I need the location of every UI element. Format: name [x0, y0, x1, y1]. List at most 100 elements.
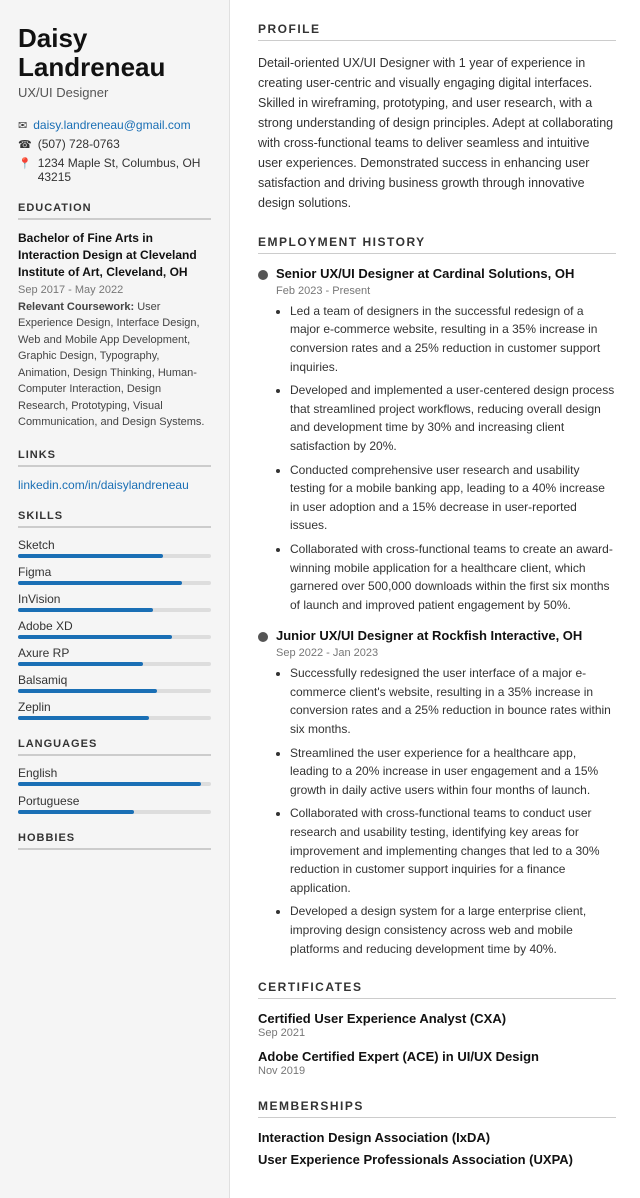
job-dates: Feb 2023 - Present [276, 285, 616, 297]
address-text: 1234 Maple St, Columbus, OH 43215 [38, 156, 211, 184]
skill-bar-fill [18, 581, 182, 585]
list-item: Led a team of designers in the successfu… [290, 302, 616, 376]
job-bullets: Successfully redesigned the user interfa… [276, 664, 616, 958]
skill-bar-fill [18, 635, 172, 639]
skill-item: Sketch [18, 538, 211, 558]
hobbies-section-title: HOBBIES [18, 832, 211, 850]
job-title-text: Junior UX/UI Designer at Rockfish Intera… [276, 628, 582, 645]
education-block: Bachelor of Fine Arts in Interaction Des… [18, 230, 211, 430]
list-item: Developed a design system for a large en… [290, 902, 616, 958]
email-icon: ✉ [18, 119, 27, 132]
phone-icon: ☎ [18, 138, 32, 151]
skills-list: Sketch Figma InVision Adobe XD Axure RP … [18, 538, 211, 720]
job-dot [258, 632, 268, 642]
skill-bar-bg [18, 581, 211, 585]
coursework-label: Relevant Coursework: [18, 301, 137, 313]
skill-label: Zeplin [18, 700, 211, 714]
job-bullets: Led a team of designers in the successfu… [276, 302, 616, 615]
sidebar: Daisy Landreneau UX/UI Designer ✉ daisy.… [0, 0, 230, 1198]
skill-bar-fill [18, 662, 143, 666]
skill-label: Figma [18, 565, 211, 579]
skill-item: Adobe XD [18, 619, 211, 639]
cert-name: Certified User Experience Analyst (CXA) [258, 1011, 616, 1026]
skill-item: Zeplin [18, 700, 211, 720]
language-item: English [18, 766, 211, 786]
education-section-title: EDUCATION [18, 202, 211, 220]
cert-date: Sep 2021 [258, 1027, 616, 1039]
skill-item: Figma [18, 565, 211, 585]
cert-block: Adobe Certified Expert (ACE) in UI/UX De… [258, 1049, 616, 1077]
skill-bar-bg [18, 689, 211, 693]
job-block: Junior UX/UI Designer at Rockfish Intera… [258, 628, 616, 958]
coursework-text: User Experience Design, Interface Design… [18, 301, 204, 429]
cert-name: Adobe Certified Expert (ACE) in UI/UX De… [258, 1049, 616, 1064]
email-item: ✉ daisy.landreneau@gmail.com [18, 118, 211, 132]
skill-item: Axure RP [18, 646, 211, 666]
phone-text: (507) 728-0763 [38, 137, 120, 151]
jobs-list: Senior UX/UI Designer at Cardinal Soluti… [258, 266, 616, 958]
certificates-section-title: CERTIFICATES [258, 980, 616, 999]
job-title-text: Senior UX/UI Designer at Cardinal Soluti… [276, 266, 574, 283]
linkedin-link-item: linkedin.com/in/daisylandreneau [18, 477, 211, 492]
skill-bar-fill [18, 554, 163, 558]
skill-bar-bg [18, 554, 211, 558]
skill-bar-fill [18, 716, 149, 720]
skill-bar-bg [18, 716, 211, 720]
address-item: 📍 1234 Maple St, Columbus, OH 43215 [18, 156, 211, 184]
list-item: Conducted comprehensive user research an… [290, 461, 616, 535]
phone-item: ☎ (507) 728-0763 [18, 137, 211, 151]
skill-item: Balsamiq [18, 673, 211, 693]
cert-block: Certified User Experience Analyst (CXA) … [258, 1011, 616, 1039]
education-degree: Bachelor of Fine Arts in Interaction Des… [18, 230, 211, 280]
skills-section-title: SKILLS [18, 510, 211, 528]
job-header: Senior UX/UI Designer at Cardinal Soluti… [258, 266, 616, 283]
language-bar-bg [18, 810, 211, 814]
skill-bar-bg [18, 662, 211, 666]
job-block: Senior UX/UI Designer at Cardinal Soluti… [258, 266, 616, 614]
links-section-title: LINKS [18, 449, 211, 467]
skill-label: Axure RP [18, 646, 211, 660]
email-link[interactable]: daisy.landreneau@gmail.com [33, 118, 190, 132]
cert-date: Nov 2019 [258, 1065, 616, 1077]
education-dates: Sep 2017 - May 2022 [18, 284, 211, 296]
language-label: English [18, 766, 211, 780]
contact-block: ✉ daisy.landreneau@gmail.com ☎ (507) 728… [18, 118, 211, 184]
skill-bar-bg [18, 608, 211, 612]
location-icon: 📍 [18, 157, 32, 170]
certificates-list: Certified User Experience Analyst (CXA) … [258, 1011, 616, 1077]
skill-label: InVision [18, 592, 211, 606]
list-item: Streamlined the user experience for a he… [290, 744, 616, 800]
linkedin-link[interactable]: linkedin.com/in/daisylandreneau [18, 478, 189, 492]
job-title: UX/UI Designer [18, 85, 211, 100]
list-item: Developed and implemented a user-centere… [290, 381, 616, 455]
language-item: Portuguese [18, 794, 211, 814]
memberships-section-title: MEMBERSHIPS [258, 1099, 616, 1118]
profile-text: Detail-oriented UX/UI Designer with 1 ye… [258, 53, 616, 213]
employment-section-title: EMPLOYMENT HISTORY [258, 235, 616, 254]
list-item: Collaborated with cross-functional teams… [290, 804, 616, 897]
skill-bar-bg [18, 635, 211, 639]
list-item: Collaborated with cross-functional teams… [290, 540, 616, 614]
list-item: Successfully redesigned the user interfa… [290, 664, 616, 738]
language-label: Portuguese [18, 794, 211, 808]
skill-item: InVision [18, 592, 211, 612]
language-bar-fill [18, 782, 201, 786]
membership-item: Interaction Design Association (IxDA) [258, 1130, 616, 1145]
language-bar-bg [18, 782, 211, 786]
memberships-list: Interaction Design Association (IxDA) Use… [258, 1130, 616, 1167]
languages-section-title: LANGUAGES [18, 738, 211, 756]
job-dates: Sep 2022 - Jan 2023 [276, 647, 616, 659]
education-coursework: Relevant Coursework: User Experience Des… [18, 299, 211, 431]
skill-label: Balsamiq [18, 673, 211, 687]
full-name: Daisy Landreneau [18, 24, 211, 81]
job-dot [258, 270, 268, 280]
language-bar-fill [18, 810, 134, 814]
skill-bar-fill [18, 608, 153, 612]
languages-list: English Portuguese [18, 766, 211, 814]
job-header: Junior UX/UI Designer at Rockfish Intera… [258, 628, 616, 645]
main-content: PROFILE Detail-oriented UX/UI Designer w… [230, 0, 640, 1198]
skill-label: Sketch [18, 538, 211, 552]
skill-label: Adobe XD [18, 619, 211, 633]
membership-item: User Experience Professionals Associatio… [258, 1152, 616, 1167]
skill-bar-fill [18, 689, 157, 693]
